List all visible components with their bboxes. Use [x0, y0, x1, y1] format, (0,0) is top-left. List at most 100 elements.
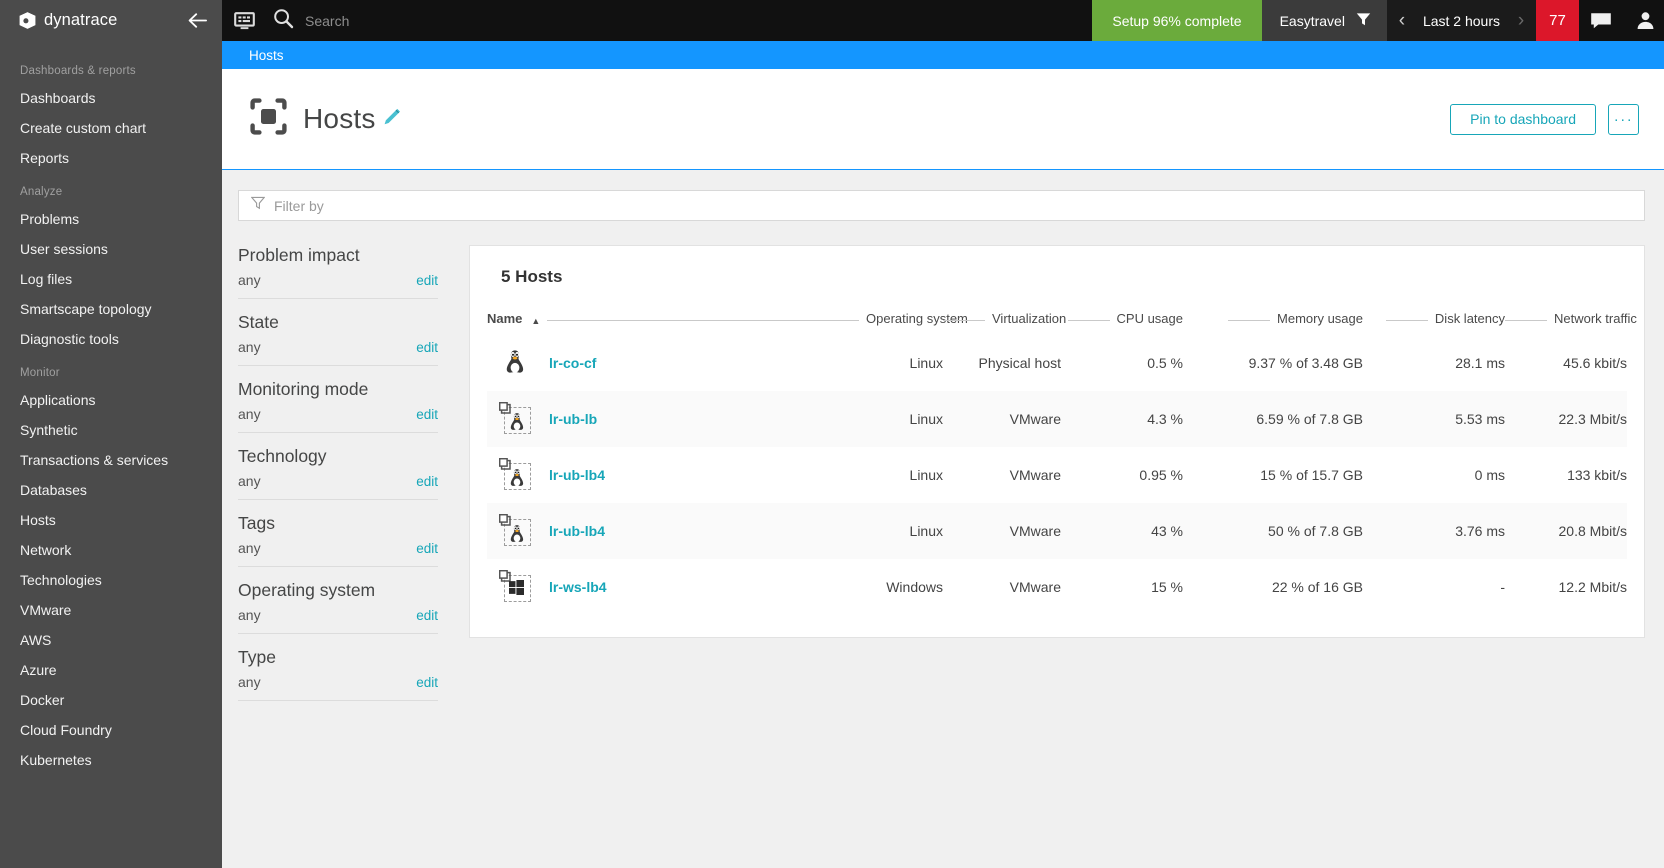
- windows-icon: [498, 569, 531, 602]
- facet-edit-link[interactable]: edit: [416, 675, 438, 690]
- timeframe-previous-button[interactable]: ‹: [1387, 10, 1417, 32]
- host-name-link[interactable]: lr-ub-lb4: [549, 523, 605, 539]
- column-resize-handle[interactable]: [1067, 320, 1110, 321]
- os-glyph: [509, 468, 525, 490]
- more-actions-button[interactable]: ···: [1608, 103, 1639, 135]
- sidebar-item-applications[interactable]: Applications: [0, 385, 222, 415]
- management-zone-label: Easytravel: [1279, 12, 1345, 29]
- filter-input[interactable]: Filter by: [274, 198, 324, 214]
- sidebar-item-azure[interactable]: Azure: [0, 655, 222, 685]
- user-menu-button[interactable]: [1623, 0, 1664, 41]
- column-header-disk-latency[interactable]: Disk latency: [1363, 309, 1505, 335]
- content-columns: Problem impact any edit State any edit Monitor…: [238, 245, 1645, 714]
- sidebar-item-problems[interactable]: Problems: [0, 204, 222, 234]
- dynatrace-logo[interactable]: dynatrace: [18, 11, 117, 30]
- cell-operating-system: Linux: [909, 467, 943, 483]
- sidebar-item-log-files[interactable]: Log files: [0, 264, 222, 294]
- chat-button[interactable]: [1579, 0, 1623, 41]
- table-row[interactable]: lr-ws-lb4 Windows VMware 15 % 22 % of 16 GB -…: [487, 559, 1627, 615]
- host-name-link[interactable]: lr-co-cf: [549, 355, 596, 371]
- cell-cpu-usage: 43 %: [1151, 523, 1183, 539]
- timeframe-selector[interactable]: ‹ Last 2 hours ›: [1386, 0, 1536, 41]
- table-row[interactable]: lr-co-cf Linux Physical host 0.5 % 9.37 % of…: [487, 335, 1627, 391]
- column-resize-handle[interactable]: [817, 320, 859, 321]
- table-row[interactable]: lr-ub-lb4 Linux VMware 43 % 50 % of 7.8 GB 3.…: [487, 503, 1627, 559]
- facet: State any edit: [238, 312, 438, 366]
- filter-funnel-icon: [1356, 12, 1371, 25]
- column-resize-handle[interactable]: [1228, 320, 1271, 321]
- search-input[interactable]: Search: [305, 13, 349, 29]
- column-header-name[interactable]: Name ▲: [487, 309, 817, 335]
- host-name-link[interactable]: lr-ub-lb: [549, 411, 597, 427]
- pin-to-dashboard-button[interactable]: Pin to dashboard: [1450, 103, 1596, 135]
- breadcrumb-item-hosts[interactable]: Hosts: [249, 48, 284, 63]
- sidebar-section-label: Monitor: [20, 367, 60, 379]
- host-name-link[interactable]: lr-ub-lb4: [549, 467, 605, 483]
- facet-title: Problem impact: [238, 245, 360, 265]
- sidebar-item-transactions-services[interactable]: Transactions & services: [0, 445, 222, 475]
- filter-bar[interactable]: Filter by: [238, 190, 1645, 221]
- column-header-virtualization[interactable]: Virtualization: [943, 309, 1066, 335]
- column-resize-handle[interactable]: [1505, 320, 1547, 321]
- column-resize-handle[interactable]: [943, 320, 985, 321]
- sidebar-item-aws[interactable]: AWS: [0, 625, 222, 655]
- sidebar-item-user-sessions[interactable]: User sessions: [0, 234, 222, 264]
- sidebar-item-smartscape-topology[interactable]: Smartscape topology: [0, 294, 222, 324]
- sidebar-item-docker[interactable]: Docker: [0, 685, 222, 715]
- cell-operating-system: Windows: [886, 579, 943, 595]
- monitor-icon-button[interactable]: [222, 0, 266, 41]
- cell-memory-usage: 9.37 % of 3.48 GB: [1248, 355, 1363, 371]
- table-row[interactable]: lr-ub-lb Linux VMware 4.3 % 6.59 % of 7.8 GB…: [487, 391, 1627, 447]
- sidebar-item-technologies[interactable]: Technologies: [0, 565, 222, 595]
- page-header: Hosts Pin to dashboard ···: [222, 69, 1664, 170]
- sidebar-item-synthetic[interactable]: Synthetic: [0, 415, 222, 445]
- column-header-label: CPU usage: [1116, 311, 1183, 326]
- column-header-memory-usage[interactable]: Memory usage: [1183, 309, 1363, 335]
- column-resize-handle[interactable]: [547, 320, 817, 321]
- facet-edit-link[interactable]: edit: [416, 541, 438, 556]
- facet-edit-link[interactable]: edit: [416, 340, 438, 355]
- facet-value: any: [238, 607, 261, 623]
- pencil-icon[interactable]: [382, 107, 402, 132]
- funnel-icon: [1356, 12, 1371, 30]
- global-search[interactable]: Search: [266, 0, 1092, 41]
- facet: Operating system any edit: [238, 580, 438, 634]
- sidebar-item-hosts[interactable]: Hosts: [0, 505, 222, 535]
- filter-funnel-icon: [250, 196, 266, 210]
- page-title-group: Hosts: [250, 98, 402, 140]
- cell-network-traffic: 133 kbit/s: [1567, 467, 1627, 483]
- linux-penguin-icon: [501, 348, 531, 378]
- facet-edit-link[interactable]: edit: [416, 273, 438, 288]
- facet-row: any edit: [238, 540, 438, 556]
- sidebar-item-dashboards[interactable]: Dashboards: [0, 83, 222, 113]
- sidebar-item-diagnostic-tools[interactable]: Diagnostic tools: [0, 324, 222, 354]
- collapse-sidebar-button[interactable]: [186, 10, 208, 32]
- facet-edit-link[interactable]: edit: [416, 474, 438, 489]
- column-header-operating-system[interactable]: Operating system: [817, 309, 968, 335]
- host-name-link[interactable]: lr-ws-lb4: [549, 579, 607, 595]
- cell-network-traffic: 12.2 Mbit/s: [1558, 579, 1627, 595]
- arrow-left-icon: [188, 13, 207, 28]
- column-header-cpu-usage[interactable]: CPU usage: [1061, 309, 1183, 335]
- column-header-network-traffic[interactable]: Network traffic: [1505, 309, 1637, 335]
- sidebar-item-network[interactable]: Network: [0, 535, 222, 565]
- sidebar-item-databases[interactable]: Databases: [0, 475, 222, 505]
- sidebar-item-reports[interactable]: Reports: [0, 143, 222, 173]
- sidebar-item-vmware[interactable]: VMware: [0, 595, 222, 625]
- sidebar-item-kubernetes[interactable]: Kubernetes: [0, 745, 222, 775]
- problems-count-badge[interactable]: 77: [1536, 0, 1579, 41]
- column-header-label: Disk latency: [1434, 311, 1505, 326]
- facet-row: any edit: [238, 406, 438, 422]
- cell-disk-latency: 3.76 ms: [1455, 523, 1505, 539]
- facet-edit-link[interactable]: edit: [416, 407, 438, 422]
- sidebar-item-cloud-foundry[interactable]: Cloud Foundry: [0, 715, 222, 745]
- timeframe-next-button[interactable]: ›: [1506, 10, 1536, 32]
- setup-progress-button[interactable]: Setup 96% complete: [1092, 0, 1262, 41]
- column-resize-handle[interactable]: [1385, 320, 1428, 321]
- management-zone-selector[interactable]: Easytravel: [1261, 0, 1387, 41]
- facet-value: any: [238, 473, 261, 489]
- facet: Technology any edit: [238, 446, 438, 500]
- table-row[interactable]: lr-ub-lb4 Linux VMware 0.95 % 15 % of 15.7 G…: [487, 447, 1627, 503]
- sidebar-item-create-custom-chart[interactable]: Create custom chart: [0, 113, 222, 143]
- facet-edit-link[interactable]: edit: [416, 608, 438, 623]
